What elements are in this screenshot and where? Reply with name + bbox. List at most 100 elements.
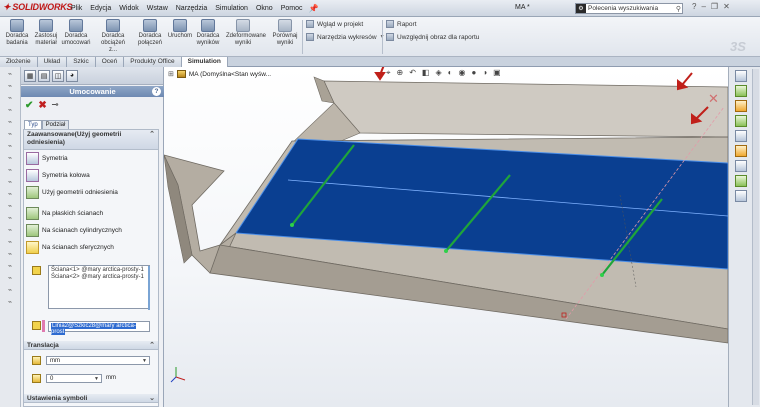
tab-split[interactable]: Podział [41, 120, 70, 129]
tab-sketch[interactable]: Szkic [67, 57, 96, 67]
close-icon[interactable]: ✕ [723, 2, 730, 11]
option-reference-geometry[interactable]: Użyj geometrii odniesienia [24, 184, 158, 201]
tool-icon[interactable]: ⌁ [4, 95, 16, 103]
view-orientation-icon[interactable]: ◈ [435, 68, 441, 78]
plot-tools-button[interactable]: Narzędzia wykresów▼ [306, 33, 385, 41]
menu-insert[interactable]: Wstaw [143, 5, 172, 12]
menu-edit[interactable]: Edycja [86, 5, 115, 12]
search-icon[interactable]: ⚲ [676, 5, 681, 13]
deformed-result-button[interactable]: Zdeformowane wyniki [226, 19, 266, 47]
tool-icon[interactable]: ⌁ [4, 179, 16, 187]
reference-selection-field[interactable]: Linia2@Szkic28@mary arctica-prost [48, 321, 150, 335]
search-results-icon[interactable] [735, 115, 747, 127]
hide-show-icon[interactable]: ◉ [458, 68, 465, 78]
tab-type[interactable]: Typ [24, 120, 42, 129]
expand-icon[interactable]: ⌄ [149, 394, 155, 402]
menu-tools[interactable]: Narzędzia [172, 5, 212, 12]
tab-office-products[interactable]: Produkty Office [124, 57, 182, 67]
symbol-settings-header[interactable]: Ustawienia symboli ⌄ [24, 394, 158, 403]
selection-item[interactable]: Ściana<1> @mary arctica-prosty-1 [51, 267, 147, 274]
ok-button[interactable]: ✔ [25, 100, 33, 111]
tool-icon[interactable]: ⌁ [4, 71, 16, 79]
design-insight-button[interactable]: Wgląd w projekt [306, 20, 363, 28]
tool-icon[interactable]: ⌁ [4, 191, 16, 199]
distance-input[interactable]: 0 ▼ [46, 374, 102, 383]
fixtures-advisor-button[interactable]: Doradca umocowań [61, 19, 91, 47]
restore-icon[interactable]: ❐ [711, 2, 718, 11]
option-circular-symmetry[interactable]: Symetria kołowa [24, 167, 158, 184]
toolbox-icon[interactable] [735, 190, 747, 202]
include-image-button[interactable]: Uwzględnij obraz dla raportu [386, 33, 479, 41]
tool-icon[interactable]: ⌁ [4, 143, 16, 151]
menu-file[interactable]: Plik [67, 5, 86, 12]
collapse-icon[interactable]: ⌃ [149, 341, 155, 349]
menu-simulation[interactable]: Simulation [211, 5, 252, 12]
results-advisor-button[interactable]: Doradca wyników [193, 19, 223, 47]
tool-icon[interactable]: ⌁ [4, 203, 16, 211]
view-settings-icon[interactable]: ▣ [493, 68, 501, 78]
view-palette-icon[interactable] [735, 130, 747, 142]
minimize-icon[interactable]: – [701, 2, 705, 11]
zoom-area-icon[interactable]: ⊕ [397, 68, 404, 78]
tool-icon[interactable]: ⌁ [4, 275, 16, 283]
compare-results-button[interactable]: Porównaj wyniki [270, 19, 300, 47]
faces-selection-list[interactable]: Ściana<1> @mary arctica-prosty-1 Ściana<… [48, 265, 150, 310]
tool-icon[interactable]: ⌁ [4, 263, 16, 271]
design-library-icon[interactable] [735, 85, 747, 97]
expand-icon[interactable]: ⊞ [168, 70, 174, 78]
tool-icon[interactable]: ⌁ [4, 287, 16, 295]
resources-icon[interactable] [735, 70, 747, 82]
flyout-tree-item[interactable]: ⊞ MA (Domyślna<Stan wyśw... [168, 70, 271, 78]
appearances-icon[interactable] [735, 145, 747, 157]
study-advisor-button[interactable]: Doradca badania [2, 19, 32, 47]
translation-group-header[interactable]: Translacja ⌃ [24, 341, 158, 350]
property-manager-icon[interactable]: ▤ [38, 69, 50, 82]
menu-view[interactable]: Widok [115, 5, 142, 12]
file-explorer-icon[interactable] [735, 100, 747, 112]
solidworks-forum-icon[interactable] [735, 175, 747, 187]
pin-icon[interactable]: 📌 [308, 4, 318, 13]
option-spherical-faces[interactable]: Na ścianach sferycznych [24, 239, 158, 256]
unit-select[interactable]: mm ▼ [46, 356, 150, 365]
tool-icon[interactable]: ⌁ [4, 227, 16, 235]
apply-material-button[interactable]: Zastosuj materiał [31, 19, 61, 47]
search-box[interactable]: ⚙ Polecenia wyszukiwania ⚲ [575, 3, 683, 14]
menu-help[interactable]: Pomoc [277, 5, 307, 12]
cancel-button[interactable]: ✖ [38, 100, 46, 111]
custom-properties-icon[interactable] [735, 160, 747, 172]
pushpin-icon[interactable]: ⊸ [52, 100, 59, 111]
advanced-group-header[interactable]: Zaawansowane(Użyj geometrii odniesienia)… [24, 130, 158, 150]
tool-icon[interactable]: ⌁ [4, 119, 16, 127]
display-manager-icon[interactable]: ◕ [66, 69, 78, 82]
selection-item[interactable]: Ściana<2> @mary arctica-prosty-1 [51, 274, 147, 281]
tool-icon[interactable]: ⌁ [4, 299, 16, 307]
tool-icon[interactable]: ⌁ [4, 239, 16, 247]
graphics-area[interactable]: ✕ ⊞ MA (Domyślna<Stan wyśw... ⌖ ⊕ ↶ ◧ ◈ … [164, 67, 728, 407]
configuration-icon[interactable]: ◫ [52, 69, 64, 82]
tool-icon[interactable]: ⌁ [4, 83, 16, 91]
tool-icon[interactable]: ⌁ [4, 251, 16, 259]
model-view[interactable]: ✕ [164, 67, 728, 407]
run-button[interactable]: Uruchom [165, 19, 195, 40]
selection-scrollbar[interactable] [148, 266, 150, 310]
appearance-icon[interactable]: ● [471, 68, 476, 78]
tool-icon[interactable]: ⌁ [4, 167, 16, 175]
previous-view-icon[interactable]: ↶ [409, 68, 416, 78]
section-view-icon[interactable]: ◧ [422, 68, 430, 78]
feature-tree-icon[interactable]: ▦ [24, 69, 36, 82]
reference-item[interactable]: Linia2@Szkic28@mary arctica-prost [51, 323, 136, 335]
tab-simulation[interactable]: Simulation [181, 57, 228, 67]
display-style-icon[interactable]: ◐ [448, 68, 453, 78]
tool-icon[interactable]: ⌁ [4, 155, 16, 163]
tab-layout[interactable]: Układ [37, 57, 68, 67]
close-icon[interactable]: ✕ [708, 91, 719, 106]
help-icon[interactable]: ? [152, 87, 161, 96]
zoom-fit-icon[interactable]: ⌖ [386, 68, 391, 78]
scene-icon[interactable]: ◑ [482, 68, 487, 78]
connections-advisor-button[interactable]: Doradca połączeń [135, 19, 165, 47]
solidworks-logo[interactable]: ✦ SOLIDWORKS [3, 2, 73, 13]
option-symmetry[interactable]: Symetria [24, 150, 158, 167]
report-button[interactable]: Raport [386, 20, 417, 28]
option-cylindrical-faces[interactable]: Na ścianach cylindrycznych [24, 222, 158, 239]
tool-icon[interactable]: ⌁ [4, 215, 16, 223]
